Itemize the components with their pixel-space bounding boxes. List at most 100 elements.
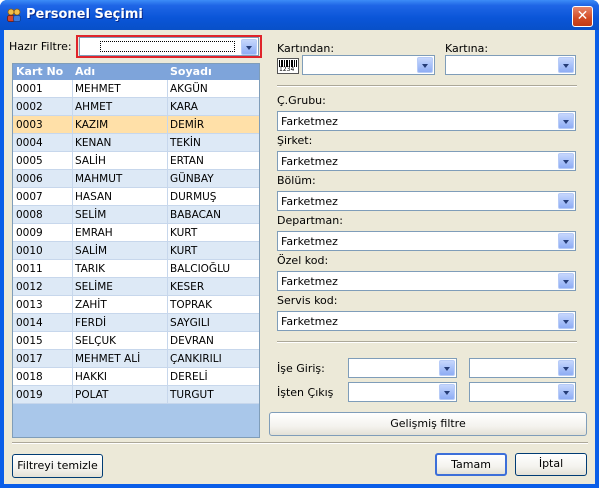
filter-value: Farketmez [281, 115, 338, 128]
card-no-cell: 0013 [16, 299, 43, 311]
chevron-down-icon[interactable] [558, 233, 574, 249]
card-no-cell: 0007 [16, 191, 43, 203]
chevron-down-icon[interactable] [417, 57, 433, 73]
table-row[interactable]: 0013 ZAHİT TOPRAK [13, 296, 259, 314]
table-row[interactable]: 0010 SALİM KURT [13, 242, 259, 260]
hire-date-label: İşe Giriş: [277, 362, 325, 375]
surname-cell: KURT [170, 227, 198, 239]
card-no-cell: 0010 [16, 245, 43, 257]
table-row[interactable]: 0019 POLAT TURGUT [13, 386, 259, 404]
exit-to-date[interactable] [469, 382, 576, 402]
title-bar[interactable]: Personel Seçimi ✕ [0, 0, 599, 30]
name-cell: FERDİ [75, 317, 107, 329]
name-cell: SELÇUK [75, 335, 117, 347]
exit-from-date[interactable] [348, 382, 457, 402]
card-to-combo[interactable] [445, 55, 576, 75]
name-cell: SELİM [75, 209, 107, 221]
filter-value: Farketmez [281, 315, 338, 328]
chevron-down-icon[interactable] [558, 273, 574, 289]
name-cell: MAHMUT [75, 173, 123, 185]
ok-button[interactable]: Tamam [435, 453, 507, 476]
table-row[interactable]: 0012 SELİME KESER [13, 278, 259, 296]
personnel-grid[interactable]: Kart No Adı Soyadı 0001 MEHMET AKGÜN 0002 AH… [12, 63, 260, 438]
chevron-down-icon[interactable] [558, 360, 574, 376]
table-row[interactable]: 0003 KAZIM DEMİR [13, 116, 259, 134]
filter-combo[interactable]: Farketmez [277, 231, 576, 251]
name-cell: AHMET [75, 101, 113, 113]
table-row[interactable]: 0001 MEHMET AKGÜN [13, 80, 259, 98]
column-header-card-no[interactable]: Kart No [16, 65, 63, 78]
hire-from-date[interactable] [348, 358, 457, 378]
table-row[interactable]: 0004 KENAN TEKİN [13, 134, 259, 152]
exit-date-label: İşten Çıkış [277, 386, 334, 399]
card-from-combo[interactable] [302, 55, 435, 75]
filter-combo[interactable]: Farketmez [277, 311, 576, 331]
card-no-cell: 0009 [16, 227, 43, 239]
table-row[interactable]: 0008 SELİM BABACAN [13, 206, 259, 224]
card-no-cell: 0012 [16, 281, 43, 293]
card-no-cell: 0014 [16, 317, 43, 329]
table-row[interactable]: 0014 FERDİ SAYGILI [13, 314, 259, 332]
name-cell: MEHMET [75, 83, 121, 95]
dialog-window: Personel Seçimi ✕ Hazır Filtre: Kart No … [0, 0, 599, 488]
name-cell: POLAT [75, 389, 109, 401]
surname-cell: DERELİ [170, 371, 208, 383]
chevron-down-icon[interactable] [558, 57, 574, 73]
table-row[interactable]: 0018 HAKKI DERELİ [13, 368, 259, 386]
table-row[interactable]: 0009 EMRAH KURT [13, 224, 259, 242]
card-no-cell: 0003 [16, 119, 43, 131]
name-cell: TARIK [75, 263, 106, 275]
table-row[interactable]: 0011 TARIK BALCIOĞLU [13, 260, 259, 278]
chevron-down-icon[interactable] [558, 153, 574, 169]
filter-label: Ç.Grubu: [277, 94, 326, 107]
filter-value: Farketmez [281, 275, 338, 288]
surname-cell: TOPRAK [170, 299, 212, 311]
barcode-icon[interactable]: 1234 [277, 58, 299, 74]
column-header-surname[interactable]: Soyadı [170, 65, 212, 78]
name-cell: SELİME [75, 281, 113, 293]
chevron-down-icon[interactable] [558, 193, 574, 209]
separator [12, 442, 588, 444]
filter-combo[interactable]: Farketmez [277, 151, 576, 171]
card-no-cell: 0002 [16, 101, 43, 113]
name-cell: SALİH [75, 155, 106, 167]
table-row[interactable]: 0007 HASAN DURMUŞ [13, 188, 259, 206]
table-row[interactable]: 0015 SELÇUK DEVRAN [13, 332, 259, 350]
hire-to-date[interactable] [469, 358, 576, 378]
filter-label: Bölüm: [277, 174, 316, 187]
chevron-down-icon[interactable] [558, 113, 574, 129]
card-no-cell: 0015 [16, 335, 43, 347]
chevron-down-icon[interactable] [558, 384, 574, 400]
advanced-filter-button[interactable]: Gelişmiş filtre [269, 412, 587, 436]
name-cell: HAKKI [75, 371, 107, 383]
filter-label: Şirket: [277, 134, 313, 147]
table-row[interactable]: 0005 SALİH ERTAN [13, 152, 259, 170]
preset-filter-label: Hazır Filtre: [9, 40, 72, 53]
surname-cell: GÜNBAY [170, 173, 214, 185]
clear-filter-button[interactable]: Filtreyi temizle [12, 454, 103, 478]
chevron-down-icon[interactable] [439, 360, 455, 376]
filter-combo[interactable]: Farketmez [277, 271, 576, 291]
column-divider [167, 80, 168, 404]
surname-cell: BABACAN [170, 209, 221, 221]
table-row[interactable]: 0006 MAHMUT GÜNBAY [13, 170, 259, 188]
name-cell: SALİM [75, 245, 108, 257]
preset-filter-combo[interactable] [79, 37, 259, 56]
filter-combo[interactable]: Farketmez [277, 111, 576, 131]
cancel-button[interactable]: İptal [515, 453, 587, 476]
table-row[interactable]: 0017 MEHMET ALİ ÇANKIRILI [13, 350, 259, 368]
name-cell: KAZIM [75, 119, 109, 131]
filter-label: Özel kod: [277, 254, 329, 267]
column-header-name[interactable]: Adı [75, 65, 95, 78]
table-row[interactable]: 0002 AHMET KARA [13, 98, 259, 116]
filter-combo[interactable]: Farketmez [277, 191, 576, 211]
users-icon [7, 8, 21, 22]
chevron-down-icon[interactable] [439, 384, 455, 400]
chevron-down-icon[interactable] [241, 39, 257, 55]
preset-filter-highlight [76, 35, 262, 58]
filter-label: Servis kod: [277, 294, 338, 307]
close-icon: ✕ [576, 8, 589, 24]
close-button[interactable]: ✕ [572, 6, 593, 27]
chevron-down-icon[interactable] [558, 313, 574, 329]
surname-cell: AKGÜN [170, 83, 208, 95]
